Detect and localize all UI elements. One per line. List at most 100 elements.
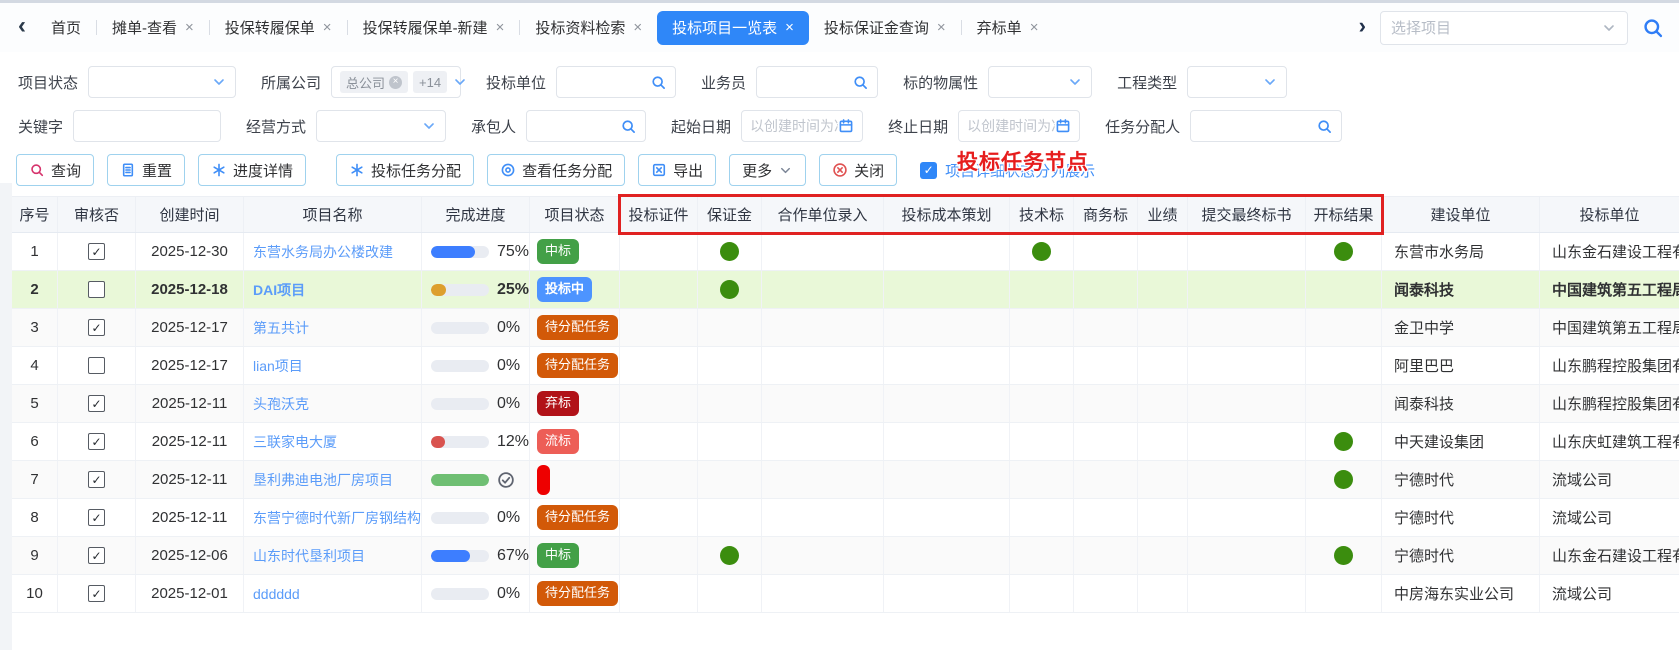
- task-assigner-input[interactable]: [1190, 110, 1342, 142]
- tabs-scroll-left-icon[interactable]: ‹: [18, 14, 26, 38]
- start-date-input[interactable]: 以创建时间为准: [741, 110, 863, 142]
- checkbox-checked-icon[interactable]: ✓: [920, 162, 937, 179]
- table-row[interactable]: 9✓2025-12-06山东时代垦利项目67%中标宁德时代山东金石建设工程有: [12, 537, 1679, 575]
- project-name-link[interactable]: 头孢沃克: [253, 394, 309, 414]
- bid-unit-input[interactable]: [556, 66, 676, 98]
- task-done-dot: [720, 280, 739, 299]
- project-name-link[interactable]: lian项目: [253, 356, 303, 376]
- tab-home[interactable]: 首页: [36, 11, 96, 45]
- tab-close-icon[interactable]: ×: [633, 20, 642, 35]
- table-row[interactable]: 8✓2025-12-11东营宁德时代新厂房钢结构工0%待分配任务宁德时代流域公司: [12, 499, 1679, 537]
- project-name-link[interactable]: 东营水务局办公楼改建: [253, 242, 393, 262]
- column-header-12: 业绩: [1138, 197, 1188, 232]
- reset-button[interactable]: 重置: [107, 154, 185, 186]
- project-select[interactable]: 选择项目: [1380, 11, 1628, 45]
- tab-label: 投保转履保单-新建: [363, 17, 488, 38]
- project-name-link[interactable]: 垦利弗迪电池厂房项目: [253, 470, 393, 490]
- table-row[interactable]: 7✓2025-12-11垦利弗迪电池厂房项目宁德时代流域公司: [12, 461, 1679, 499]
- table-row[interactable]: 3✓2025-12-17第五共计0%待分配任务金卫中学中国建筑第五工程局: [12, 309, 1679, 347]
- cell-task-技术标: [1010, 385, 1074, 422]
- project-name-link[interactable]: DAI项目: [253, 280, 305, 300]
- end-date-input[interactable]: 以创建时间为准: [958, 110, 1080, 142]
- cell-task-保证金: [698, 537, 762, 574]
- cell-task-保证金: [698, 575, 762, 612]
- row-checkbox[interactable]: ✓: [88, 509, 105, 526]
- row-checkbox[interactable]: ✓: [88, 547, 105, 564]
- progress-detail-button[interactable]: 进度详情: [198, 154, 306, 186]
- column-header-10: 技术标: [1010, 197, 1074, 232]
- cell-builder: 金卫中学: [1382, 309, 1540, 346]
- tab-bar: ‹ 首页摊单-查看×投保转履保单×投保转履保单-新建×投标资料检索×投标项目一览…: [0, 3, 1679, 52]
- cell-task-技术标: [1010, 461, 1074, 498]
- row-checkbox[interactable]: ✓: [88, 433, 105, 450]
- cell-project-name: 三联家电大厦: [244, 423, 422, 460]
- cell-task-投标成本策划: [884, 499, 1010, 536]
- cell-task-商务标: [1074, 309, 1138, 346]
- table-row[interactable]: 10✓2025-12-01dddddd0%待分配任务中房海东实业公司流域公司: [12, 575, 1679, 613]
- row-checkbox[interactable]: [88, 357, 105, 374]
- cell-task-开标结果: [1306, 575, 1382, 612]
- tab-close-icon[interactable]: ×: [1030, 20, 1039, 35]
- tab-close-icon[interactable]: ×: [937, 20, 946, 35]
- assign-task-button[interactable]: 投标任务分配: [336, 154, 474, 186]
- cell-project-name: dddddd: [244, 575, 422, 612]
- project-name-link[interactable]: dddddd: [253, 586, 300, 602]
- filter-row-1: 项目状态所属公司总公司×+14投标单位业务员标的物属性工程类型: [18, 66, 1661, 98]
- search-icon[interactable]: [1641, 16, 1665, 40]
- tab-close-icon[interactable]: ×: [323, 20, 332, 35]
- row-checkbox[interactable]: ✓: [88, 471, 105, 488]
- project-name-link[interactable]: 第五共计: [253, 318, 309, 338]
- tag-close-icon[interactable]: ×: [389, 76, 402, 89]
- row-checkbox[interactable]: ✓: [88, 319, 105, 336]
- subject-attr-select[interactable]: [988, 66, 1092, 98]
- tab-close-icon[interactable]: ×: [185, 20, 194, 35]
- tab-2[interactable]: 投保转履保单×: [210, 11, 347, 45]
- company-multiselect[interactable]: 总公司×+14: [331, 66, 461, 98]
- project-name-link[interactable]: 三联家电大厦: [253, 432, 337, 452]
- progress-label: 0%: [497, 585, 520, 603]
- cell-bidder: 山东金石建设工程有: [1540, 233, 1679, 270]
- tabs-overflow-right-icon[interactable]: ›: [1359, 15, 1366, 37]
- row-checkbox[interactable]: [88, 281, 105, 298]
- tab-5[interactable]: 投标项目一览表×: [657, 11, 809, 45]
- cell-task-投标成本策划: [884, 537, 1010, 574]
- cell-task-合作单位录入: [762, 233, 884, 270]
- task-done-dot: [720, 242, 739, 261]
- table-row[interactable]: 22025-12-18DAI项目25%投标中闻泰科技中国建筑第五工程局: [12, 271, 1679, 309]
- tab-6[interactable]: 投标保证金查询×: [809, 11, 961, 45]
- tab-close-icon[interactable]: ×: [496, 20, 505, 35]
- status-badge: 弃标: [537, 391, 579, 415]
- project-type-select[interactable]: [1187, 66, 1287, 98]
- query-button[interactable]: 查询: [16, 154, 94, 186]
- cell-bidder: 流域公司: [1540, 575, 1679, 612]
- project-name-link[interactable]: 东营宁德时代新厂房钢结构工: [253, 508, 422, 528]
- row-checkbox[interactable]: ✓: [88, 243, 105, 260]
- table-row[interactable]: 42025-12-17lian项目0%待分配任务阿里巴巴山东鹏程控股集团有: [12, 347, 1679, 385]
- table-row[interactable]: 6✓2025-12-11三联家电大厦12%流标中天建设集团山东庆虹建筑工程有: [12, 423, 1679, 461]
- more-button[interactable]: 更多: [729, 154, 806, 186]
- filter-label: 任务分配人: [1105, 116, 1180, 137]
- project-status-select[interactable]: [88, 66, 236, 98]
- cell-task-开标结果: [1306, 385, 1382, 422]
- filter-item: 起始日期以创建时间为准: [671, 110, 863, 142]
- tab-3[interactable]: 投保转履保单-新建 ×: [348, 11, 520, 45]
- filter-item: 所属公司总公司×+14: [261, 66, 461, 98]
- row-checkbox[interactable]: ✓: [88, 395, 105, 412]
- cell-task-业绩: [1138, 309, 1188, 346]
- contractor-input[interactable]: [526, 110, 646, 142]
- project-name-link[interactable]: 山东时代垦利项目: [253, 546, 365, 566]
- business-mode-select[interactable]: [316, 110, 446, 142]
- cell-status: 待分配任务: [530, 499, 620, 536]
- export-button[interactable]: 导出: [638, 154, 716, 186]
- salesman-input[interactable]: [756, 66, 878, 98]
- table-row[interactable]: 5✓2025-12-11头孢沃克0%弃标闻泰科技山东鹏程控股集团有: [12, 385, 1679, 423]
- keyword-input[interactable]: [73, 110, 221, 142]
- view-assign-button[interactable]: 查看任务分配: [487, 154, 625, 186]
- tab-1[interactable]: 摊单-查看×: [97, 11, 209, 45]
- tab-4[interactable]: 投标资料检索×: [520, 11, 657, 45]
- close-button[interactable]: 关闭: [819, 154, 897, 186]
- tab-7[interactable]: 弃标单×: [962, 11, 1054, 45]
- tab-close-icon[interactable]: ×: [785, 20, 794, 35]
- table-row[interactable]: 1✓2025-12-30东营水务局办公楼改建75%中标东营市水务局山东金石建设工…: [12, 233, 1679, 271]
- row-checkbox[interactable]: ✓: [88, 585, 105, 602]
